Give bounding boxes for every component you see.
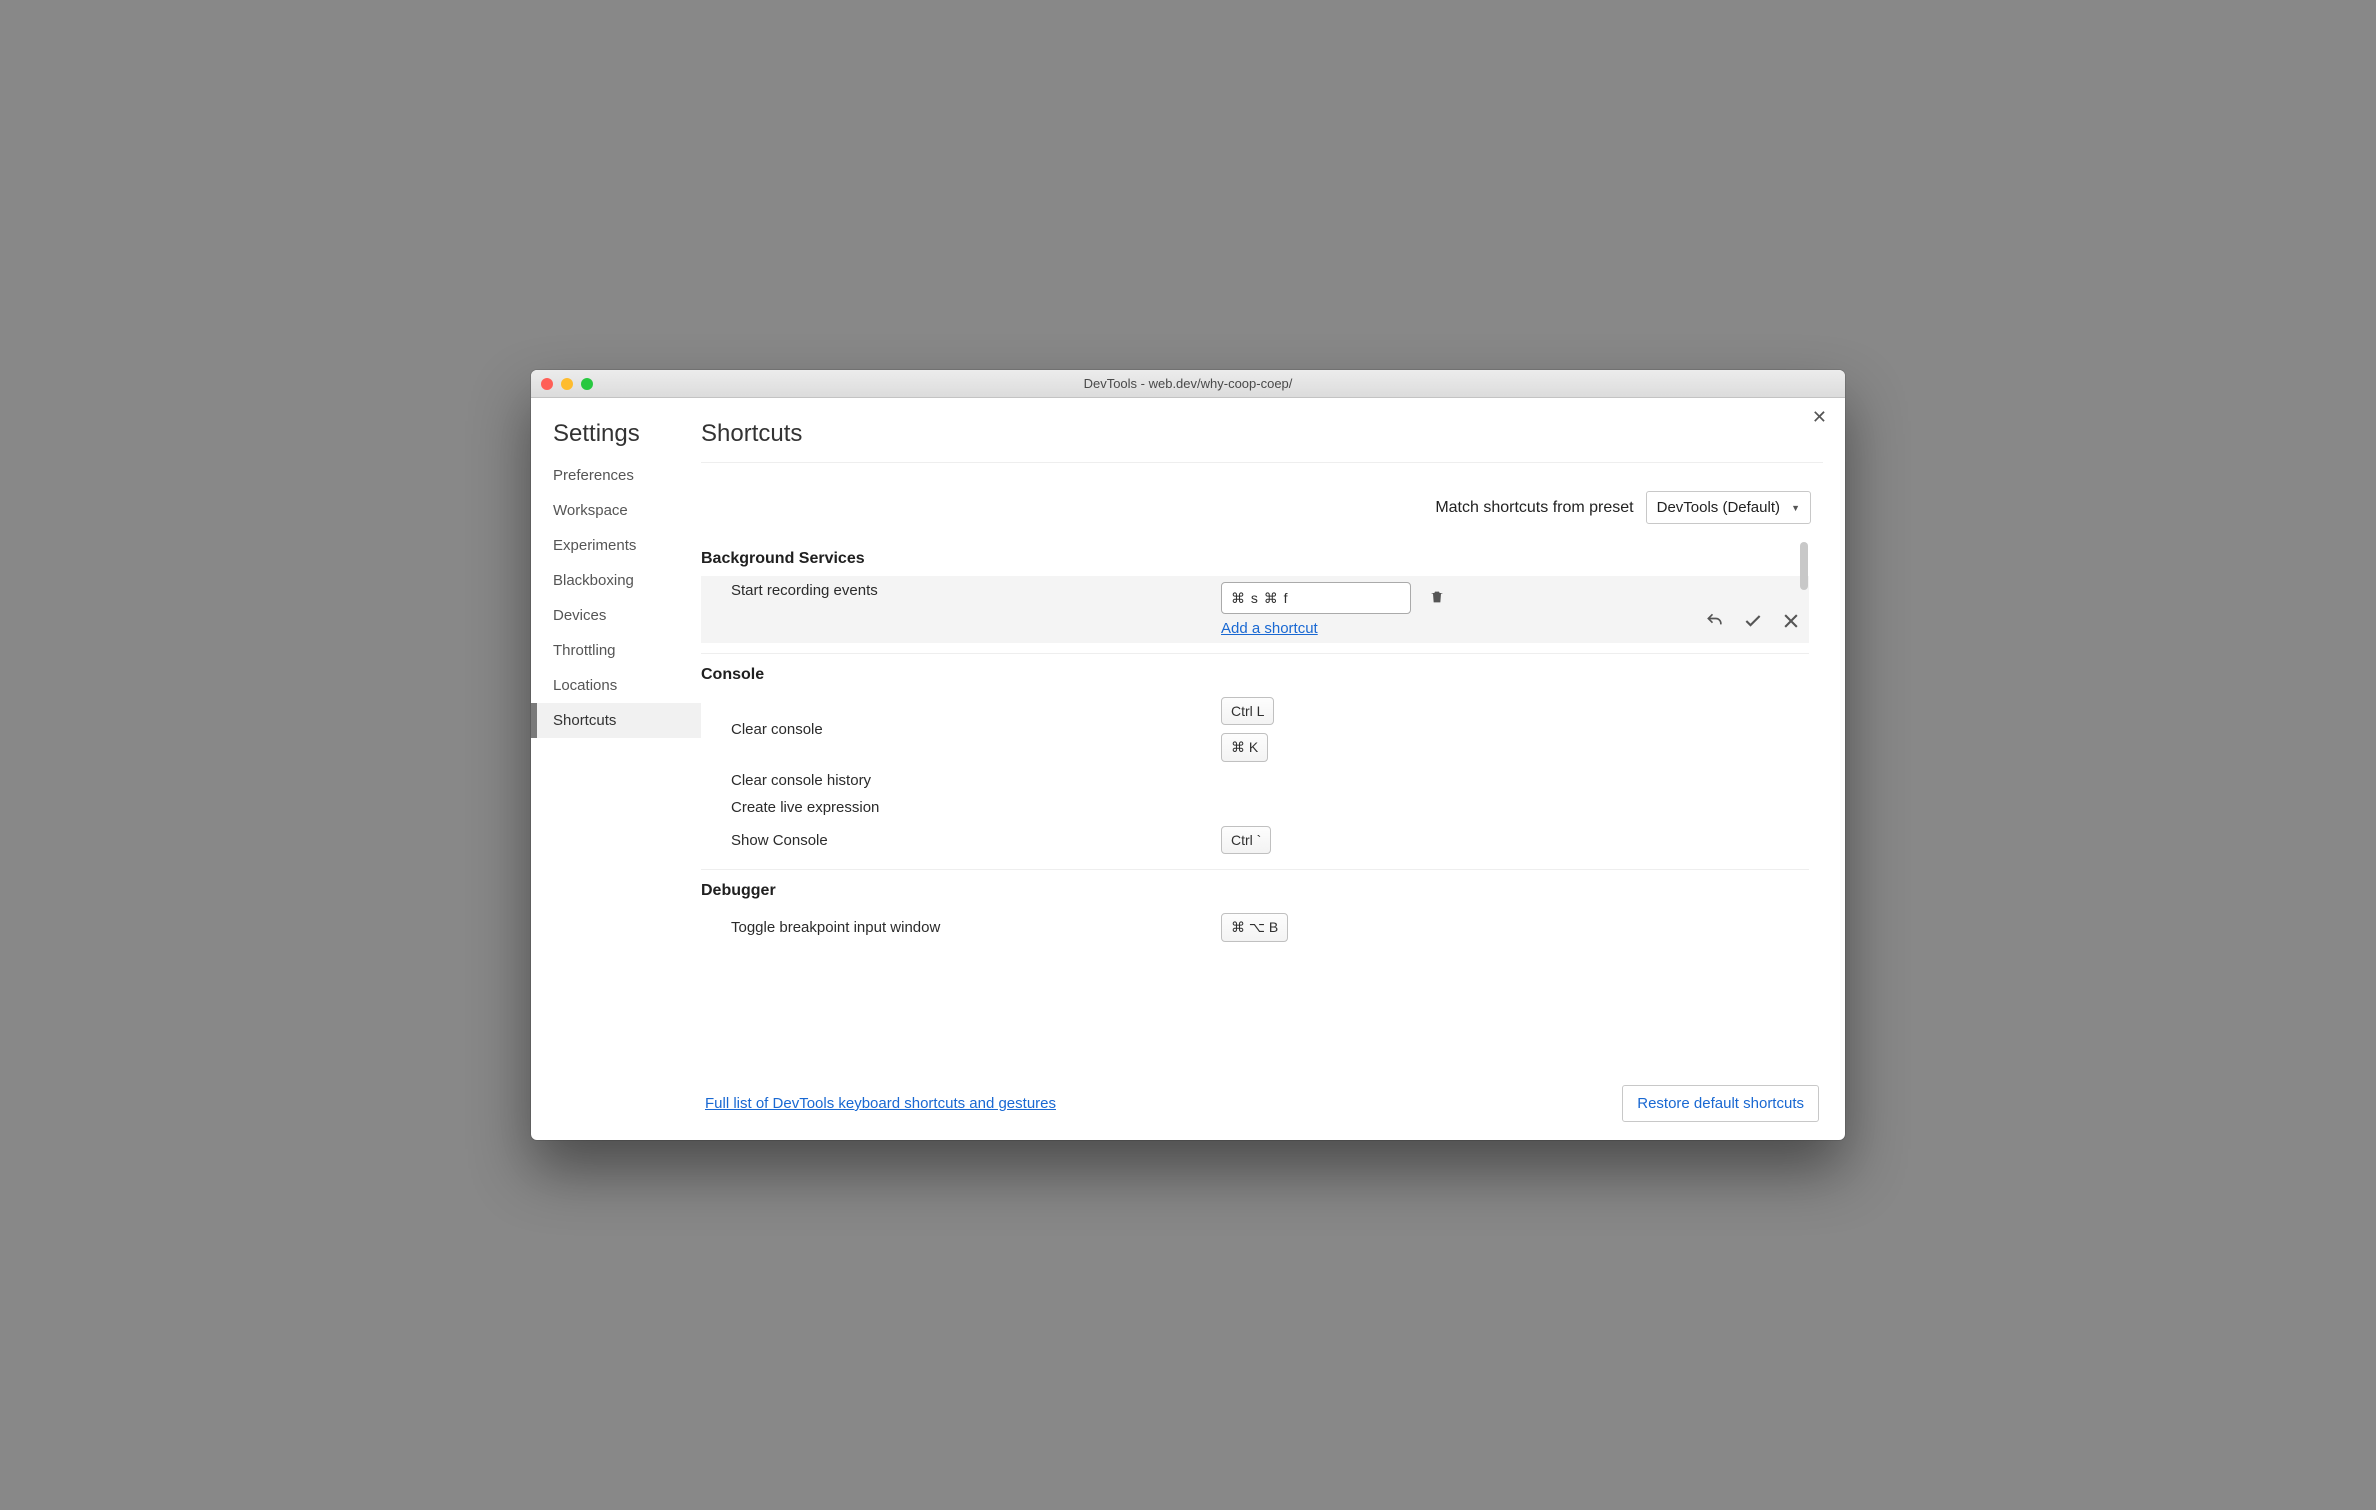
titlebar: DevTools - web.dev/why-coop-coep/ (531, 370, 1845, 398)
sidebar-item-shortcuts[interactable]: Shortcuts (531, 703, 701, 738)
settings-sidebar: Settings Preferences Workspace Experimen… (531, 398, 701, 1140)
sidebar-item-preferences[interactable]: Preferences (531, 458, 701, 493)
sidebar-item-blackboxing[interactable]: Blackboxing (531, 563, 701, 598)
sidebar-item-workspace[interactable]: Workspace (531, 493, 701, 528)
sidebar-item-experiments[interactable]: Experiments (531, 528, 701, 563)
preset-label: Match shortcuts from preset (1435, 499, 1633, 517)
footer: Full list of DevTools keyboard shortcuts… (701, 1071, 1823, 1140)
edit-actions (1705, 582, 1801, 637)
window-controls (541, 378, 593, 390)
shortcut-label: Show Console (731, 832, 1221, 849)
preset-row: Match shortcuts from preset DevTools (De… (701, 463, 1823, 542)
preset-select[interactable]: DevTools (Default) (1646, 491, 1811, 524)
section-heading: Debugger (701, 874, 1809, 908)
window-close-button[interactable] (541, 378, 553, 390)
shortcut-row: Create live expression (701, 794, 1809, 821)
section-console: Console Clear console Ctrl L ⌘ K Clear c… (701, 658, 1809, 870)
section-heading: Background Services (701, 542, 1809, 576)
trash-icon (1429, 589, 1445, 605)
shortcut-key: Ctrl ` (1221, 826, 1271, 854)
shortcut-label: Clear console (731, 721, 1221, 738)
sidebar-title: Settings (531, 420, 701, 458)
shortcut-row: Toggle breakpoint input window ⌘ ⌥ B (701, 908, 1809, 947)
shortcut-key: ⌘ ⌥ B (1221, 913, 1288, 942)
window-minimize-button[interactable] (561, 378, 573, 390)
sidebar-item-devices[interactable]: Devices (531, 598, 701, 633)
shortcut-label: Start recording events (731, 582, 1221, 599)
shortcuts-pane: Shortcuts Match shortcuts from preset De… (701, 398, 1845, 1140)
close-icon[interactable]: ✕ (1812, 408, 1827, 426)
shortcut-key: ⌘ K (1221, 733, 1268, 762)
cancel-icon[interactable] (1781, 611, 1801, 635)
section-debugger: Debugger Toggle breakpoint input window … (701, 874, 1809, 957)
window-title: DevTools - web.dev/why-coop-coep/ (531, 376, 1845, 391)
full-list-link[interactable]: Full list of DevTools keyboard shortcuts… (705, 1095, 1056, 1112)
shortcut-label: Create live expression (731, 799, 1221, 816)
sidebar-item-throttling[interactable]: Throttling (531, 633, 701, 668)
delete-shortcut-button[interactable] (1425, 585, 1449, 612)
devtools-window: DevTools - web.dev/why-coop-coep/ ✕ Sett… (531, 370, 1845, 1140)
restore-defaults-button[interactable]: Restore default shortcuts (1622, 1085, 1819, 1122)
preset-value: DevTools (Default) (1657, 499, 1780, 516)
sidebar-item-locations[interactable]: Locations (531, 668, 701, 703)
confirm-icon[interactable] (1743, 611, 1763, 635)
scrollbar-thumb[interactable] (1800, 542, 1808, 590)
shortcut-input[interactable] (1221, 582, 1411, 614)
shortcut-row: Clear console history (701, 767, 1809, 794)
window-maximize-button[interactable] (581, 378, 593, 390)
shortcuts-list: Background Services Start recording even… (701, 542, 1823, 1071)
shortcut-row: Clear console Ctrl L ⌘ K (701, 692, 1809, 767)
shortcut-label: Clear console history (731, 772, 1221, 789)
shortcut-row-editing: Start recording events Add a shortcut (701, 576, 1809, 643)
section-background-services: Background Services Start recording even… (701, 542, 1809, 654)
section-heading: Console (701, 658, 1809, 692)
settings-panel: ✕ Settings Preferences Workspace Experim… (531, 398, 1845, 1140)
shortcut-key: Ctrl L (1221, 697, 1274, 725)
shortcut-label: Toggle breakpoint input window (731, 919, 1221, 936)
shortcut-row: Show Console Ctrl ` (701, 821, 1809, 859)
add-shortcut-link[interactable]: Add a shortcut (1221, 620, 1318, 637)
undo-icon[interactable] (1705, 611, 1725, 635)
page-title: Shortcuts (701, 420, 1823, 463)
